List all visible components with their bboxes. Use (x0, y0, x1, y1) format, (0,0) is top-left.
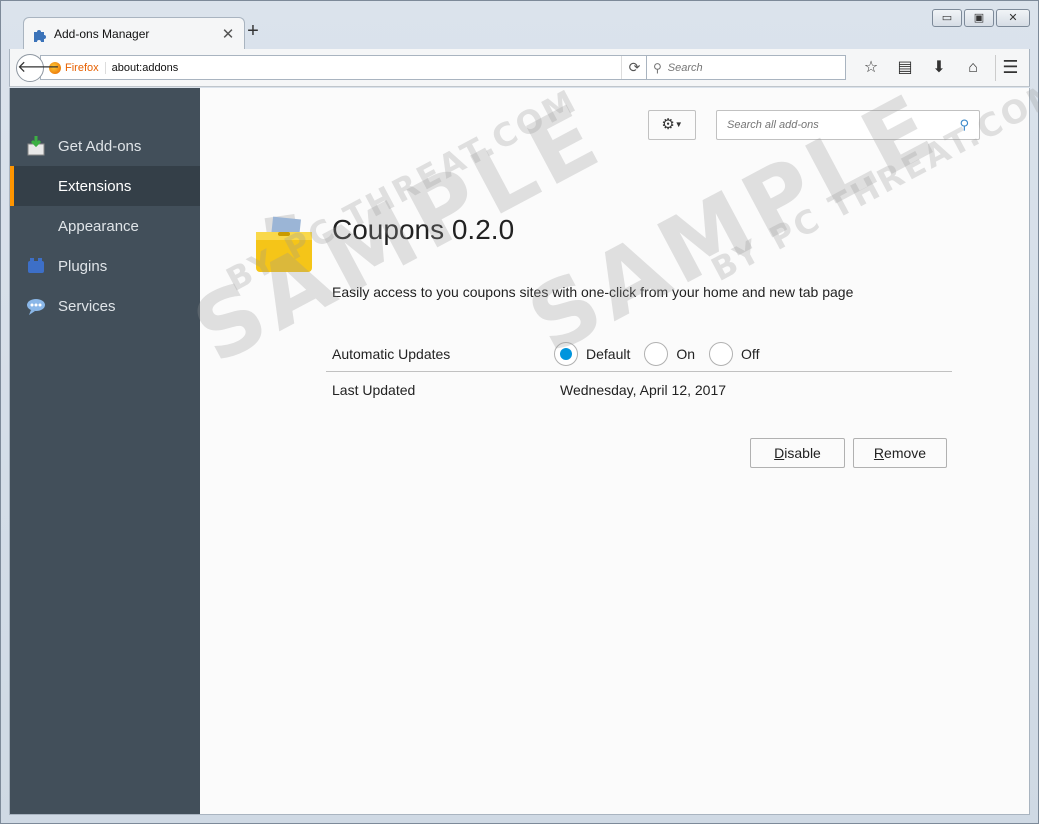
close-tab-icon[interactable]: ✕ (220, 25, 236, 43)
radio-on[interactable]: On (644, 341, 696, 366)
hamburger-menu-icon[interactable]: ☰ (995, 55, 1025, 81)
automatic-updates-label: Automatic Updates (332, 345, 451, 362)
remove-button[interactable]: Remove (853, 438, 947, 468)
window-controls: ▭ ▣ ✕ (930, 9, 1030, 27)
bookmark-star-icon[interactable]: ☆ (854, 55, 888, 81)
sidebar-item-label: Extensions (58, 177, 132, 195)
disable-button[interactable]: Disable (750, 438, 845, 468)
sidebar-item-label: Plugins (58, 257, 108, 275)
radio-label: Default (586, 345, 631, 362)
identity-label[interactable]: Firefox (65, 61, 106, 74)
disable-label: isable (784, 445, 821, 461)
sidebar-item-label: Get Add-ons (58, 137, 142, 155)
tab-strip: Add-ons Manager ✕ + (9, 15, 1030, 49)
remove-accesskey: R (873, 445, 885, 461)
sidebar-item-label: Services (58, 297, 116, 315)
browser-window: Add-ons Manager ✕ + ▭ ▣ ✕ Firefox about:… (0, 0, 1039, 824)
addon-detail-view: ⚙▼ ⚲ Coupons 0.2.0 Easily access to you … (200, 88, 1029, 814)
sidebar-item-label: Appearance (58, 217, 139, 235)
radio-label: Off (741, 345, 760, 362)
services-icon (27, 299, 45, 315)
puzzle-icon (34, 29, 46, 42)
bookmarks-menu-icon[interactable]: ▤ (888, 55, 922, 81)
close-window-button[interactable]: ✕ (996, 9, 1030, 27)
reload-icon[interactable]: ⟳ (621, 56, 647, 79)
radio-label: On (676, 345, 696, 362)
content-area: Get Add-ons Extensions Appearance Plugin… (9, 88, 1030, 815)
chevron-down-icon: ▼ (674, 120, 683, 130)
new-tab-button[interactable]: + (241, 19, 265, 43)
url-bar[interactable]: Firefox about:addons ⟳ (40, 55, 648, 80)
minimize-button[interactable]: ▭ (932, 9, 962, 27)
last-updated-label: Last Updated (332, 382, 416, 398)
last-updated-value: Wednesday, April 12, 2017 (560, 382, 727, 398)
tools-menu-button[interactable]: ⚙▼ (648, 110, 696, 140)
addon-title: Coupons 0.2.0 (332, 214, 515, 245)
radio-circle[interactable] (554, 341, 578, 366)
radio-circle[interactable] (709, 341, 734, 366)
navigation-toolbar: Firefox about:addons ⟳ 🡐 ⚲ ☆ ▤ ⬇ ⌂ ☰ (9, 49, 1030, 87)
addon-search-input[interactable] (727, 119, 960, 131)
disable-accesskey: D (774, 445, 785, 461)
search-icon[interactable]: ⚲ (959, 117, 969, 133)
url-text[interactable]: about:addons (112, 62, 621, 74)
tab-title: Add-ons Manager (54, 26, 150, 41)
automatic-updates-row: Automatic Updates Default On Off (326, 336, 952, 372)
automatic-updates-radio-group: Default On Off (554, 341, 773, 366)
plugins-icon (28, 258, 44, 273)
sidebar-item-appearance[interactable]: Appearance (10, 206, 200, 246)
downloads-icon[interactable]: ⬇ (922, 55, 956, 81)
categories-sidebar: Get Add-ons Extensions Appearance Plugin… (10, 88, 200, 814)
maximize-button[interactable]: ▣ (964, 9, 994, 27)
toolbar-icons: ☆ ▤ ⬇ ⌂ (854, 55, 990, 81)
search-icon: ⚲ (653, 60, 662, 75)
remove-label: emove (884, 445, 927, 461)
addon-search-box[interactable]: ⚲ (716, 110, 980, 140)
back-button[interactable]: 🡐 (16, 54, 60, 82)
search-input[interactable] (667, 61, 828, 74)
get-addons-icon (27, 136, 45, 156)
last-updated-row: Last Updated Wednesday, April 12, 2017 (326, 372, 952, 408)
radio-circle[interactable] (644, 341, 669, 366)
sidebar-item-services[interactable]: Services (10, 286, 200, 326)
gear-icon: ⚙ (661, 116, 675, 133)
radio-default[interactable]: Default (554, 341, 631, 366)
folder-icon (256, 214, 312, 272)
sidebar-item-extensions[interactable]: Extensions (10, 166, 200, 206)
home-icon[interactable]: ⌂ (956, 55, 990, 81)
search-bar[interactable]: ⚲ (646, 55, 846, 80)
tab-addons-manager[interactable]: Add-ons Manager ✕ (23, 17, 245, 49)
sidebar-item-get-addons[interactable]: Get Add-ons (10, 126, 200, 166)
addon-description: Easily access to you coupons sites with … (332, 284, 854, 300)
radio-off[interactable]: Off (709, 341, 760, 366)
sidebar-item-plugins[interactable]: Plugins (10, 246, 200, 286)
